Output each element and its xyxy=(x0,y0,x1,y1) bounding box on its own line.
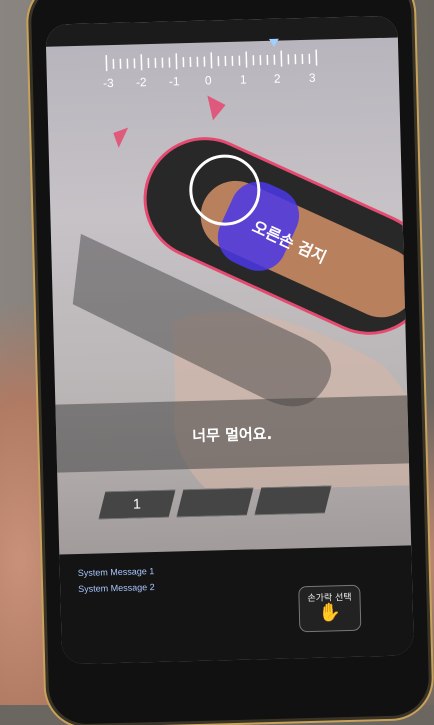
progress-segment xyxy=(254,485,333,515)
guidance-message: 너무 멀어요. xyxy=(56,419,408,449)
progress-segment: 1 xyxy=(98,489,177,519)
step-progress: 1 xyxy=(98,485,339,521)
guidance-banner: 너무 멀어요. xyxy=(55,395,409,472)
app-screen: -3 -2 -1 0 1 2 3 오른손 검지 xyxy=(45,16,414,665)
phone-frame: -3 -2 -1 0 1 2 3 오른손 검지 xyxy=(30,0,429,725)
system-panel: System Message 1 System Message 2 손가락 선택… xyxy=(59,545,414,664)
marker-arrow-icon xyxy=(207,95,226,120)
hand-icon: ✋ xyxy=(300,603,361,625)
system-message: System Message 2 xyxy=(78,582,155,594)
marker-arrow-icon xyxy=(113,128,129,148)
system-message: System Message 1 xyxy=(78,566,155,578)
progress-segment-label: 1 xyxy=(133,495,141,511)
finger-select-button[interactable]: 손가락 선택 ✋ xyxy=(298,585,361,633)
progress-segment xyxy=(176,487,255,517)
ruler-indicator-icon xyxy=(269,39,279,47)
